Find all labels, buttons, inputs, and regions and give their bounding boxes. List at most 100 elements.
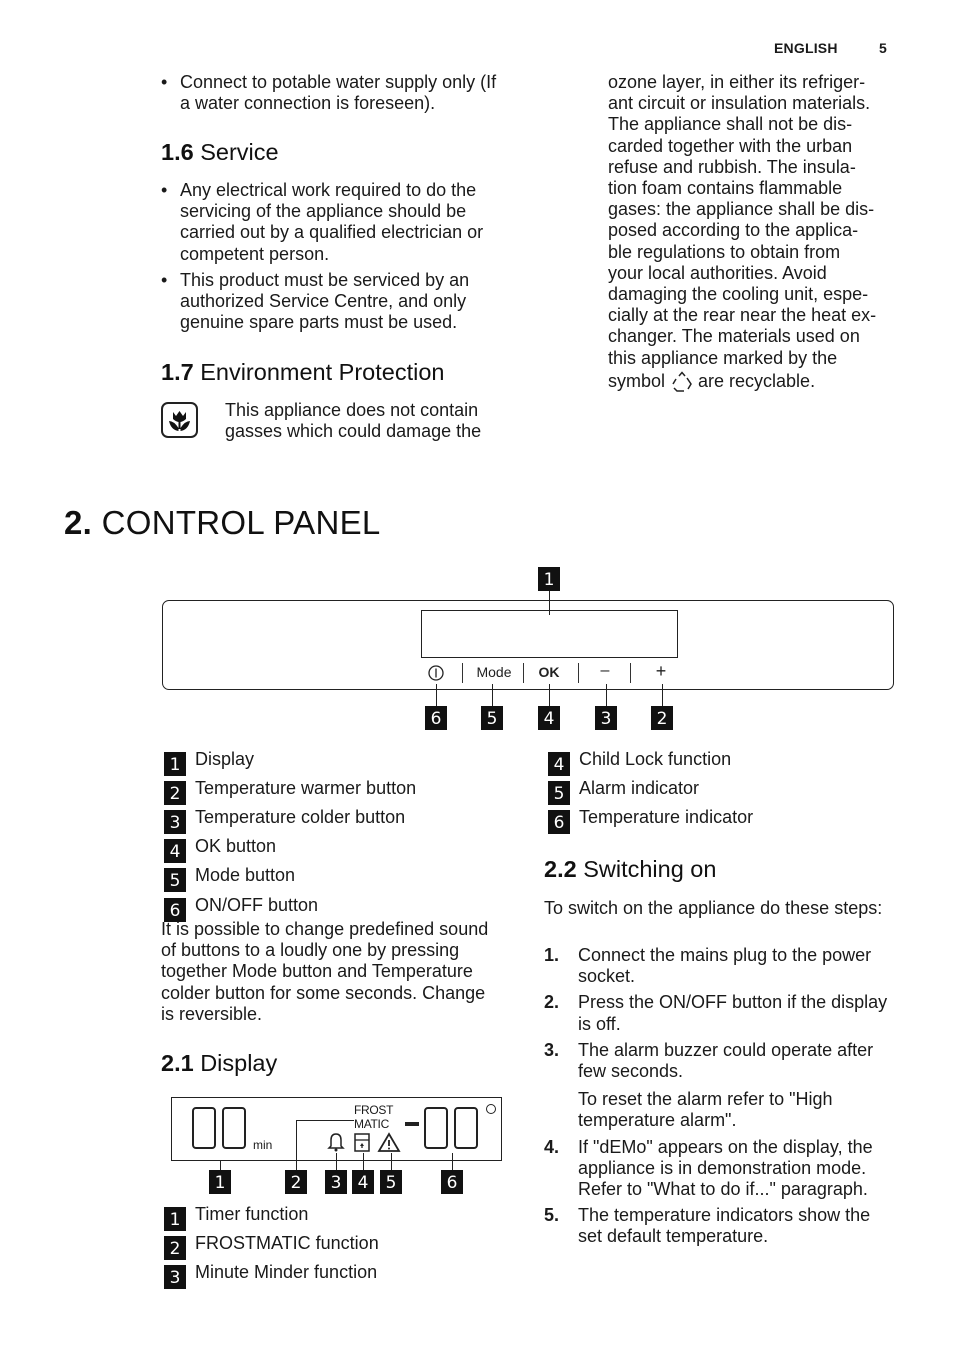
legend-item: 3 Temperature colder button (164, 806, 405, 835)
callout-badge: 4 (538, 706, 560, 730)
callout-leader (492, 684, 494, 706)
step-text: If "dEMo" appears on the display, the ap… (578, 1136, 873, 1200)
text-line: ble regulations to obtain from (608, 241, 841, 262)
section-title: Service (200, 139, 279, 165)
child-lock-icon (354, 1133, 370, 1152)
timer-digit (222, 1107, 246, 1149)
panel-display-window (421, 610, 678, 658)
callout-badge: 5 (481, 706, 503, 730)
step-item: 4. If "dEMo" appears on the display, the… (544, 1137, 899, 1201)
section-title: Display (200, 1050, 278, 1076)
legend-label: Display (195, 749, 255, 769)
mode-button[interactable]: Mode (472, 664, 516, 680)
step-number: 2. (544, 992, 560, 1013)
callout-leader (391, 1153, 393, 1170)
legend-label: Temperature indicator (579, 807, 754, 827)
legend-number: 6 (548, 810, 570, 834)
legend-number: 3 (164, 810, 186, 834)
legend-number: 5 (548, 781, 570, 805)
recycle-icon (671, 371, 695, 393)
text-line: gases: the appliance shall be dis- (608, 199, 875, 220)
step-item: 3. The alarm buzzer could operate after … (544, 1040, 899, 1132)
legend-number: 2 (164, 1236, 186, 1260)
plus-icon: + (655, 661, 667, 681)
frostmatic-label: FROST MATIC (354, 1103, 393, 1131)
step-number: 1. (544, 945, 560, 965)
callout-leader (549, 684, 551, 706)
step-text: The alarm buzzer could operate after few… (578, 1039, 874, 1082)
ok-button[interactable]: OK (533, 664, 565, 680)
environment-text-left: This appliance does not contain gasses w… (225, 400, 482, 442)
page-number: 5 (879, 40, 887, 56)
legend-item: 5 Mode button (164, 864, 295, 893)
callout-badge: 6 (425, 706, 447, 730)
section-heading-environment: 1.7 Environment Protection (161, 359, 444, 386)
text-line: damaging the cooling unit, espe- (608, 284, 869, 305)
callout-leader (336, 1153, 338, 1170)
step-text: Press the ON/OFF button if the display i… (578, 992, 888, 1034)
temperature-minus-sign (405, 1122, 419, 1126)
bell-icon (327, 1133, 345, 1152)
callout-leader (220, 1160, 222, 1170)
text-fragment: symbol (608, 371, 666, 392)
temperature-warmer-button[interactable]: + (649, 661, 673, 682)
text-line: carded together with the urban (608, 135, 853, 156)
timer-digit (192, 1107, 216, 1149)
legend-item: 4 Child Lock function (548, 748, 731, 777)
legend-number: 4 (164, 839, 186, 863)
callout-badge: 6 (441, 1170, 463, 1194)
callout-badge: 5 (380, 1170, 402, 1194)
callout-leader (296, 1120, 354, 1122)
text-line-with-icon: symbol are recyclable. (608, 371, 908, 393)
bullet-item: Any electrical work required to do the s… (161, 180, 516, 265)
switching-on-steps: 1. Connect the mains plug to the power s… (544, 945, 899, 1253)
button-separator (462, 663, 464, 683)
degree-symbol-icon (486, 1104, 496, 1114)
section-number: 1.7 (161, 359, 194, 385)
section-number: 1.6 (161, 139, 194, 165)
callout-leader (363, 1153, 365, 1170)
step-item: 5. The temperature indicators show the s… (544, 1205, 899, 1247)
chapter-title: 2. CONTROL PANEL (64, 504, 381, 542)
callout-badge: 3 (595, 706, 617, 730)
callout-leader (296, 1120, 298, 1170)
text-line: The appliance shall not be dis- (608, 114, 853, 135)
legend-label: Child Lock function (579, 749, 732, 769)
text-line: posed according to the applica- (608, 220, 859, 241)
step-number: 3. (544, 1039, 560, 1060)
text-line: cially at the rear near the heat ex- (608, 305, 877, 326)
temperature-colder-button[interactable]: – (593, 662, 617, 680)
timer-unit: min (253, 1138, 273, 1152)
legend-label: Temperature colder button (195, 807, 406, 827)
section-number: 2.2 (544, 856, 577, 882)
section-heading-service: 1.6 Service (161, 139, 279, 166)
intro-bullet-list: Connect to potable water supply only (If… (161, 72, 511, 119)
text-fragment: are recyclable. (698, 371, 816, 392)
legend-label: Mode button (195, 865, 296, 885)
legend-item: 2 FROSTMATIC function (164, 1232, 379, 1261)
section-title: Switching on (583, 856, 717, 882)
bullet-item: Connect to potable water supply only (If… (161, 72, 511, 114)
legend-number: 1 (164, 752, 186, 776)
step-text: Connect the mains plug to the power sock… (578, 945, 872, 987)
legend-number: 3 (164, 1265, 186, 1289)
step-note: To reset the alarm refer to "High temper… (578, 1089, 833, 1131)
button-separator (630, 663, 632, 683)
callout-leader (436, 684, 438, 706)
legend-label: FROSTMATIC function (195, 1233, 379, 1253)
frostmatic-line: FROST (354, 1103, 394, 1117)
sound-note: It is possible to change predefined soun… (161, 919, 489, 1024)
legend-item: 1 Timer function (164, 1203, 308, 1232)
step-text: The temperature indicators show the set … (578, 1205, 871, 1247)
legend-number: 5 (164, 868, 186, 892)
section-heading-switching-on: 2.2 Switching on (544, 856, 716, 883)
text-line: ozone layer, in either its refriger- (608, 72, 866, 92)
legend-item: 1 Display (164, 748, 254, 777)
legend-label: Alarm indicator (579, 778, 700, 798)
power-icon (428, 665, 444, 681)
legend-label: ON/OFF button (195, 895, 319, 915)
text-line: changer. The materials used on (608, 326, 860, 347)
onoff-button[interactable] (426, 664, 446, 685)
legend-item: 6 Temperature indicator (548, 806, 753, 835)
warning-triangle-icon (377, 1132, 401, 1152)
